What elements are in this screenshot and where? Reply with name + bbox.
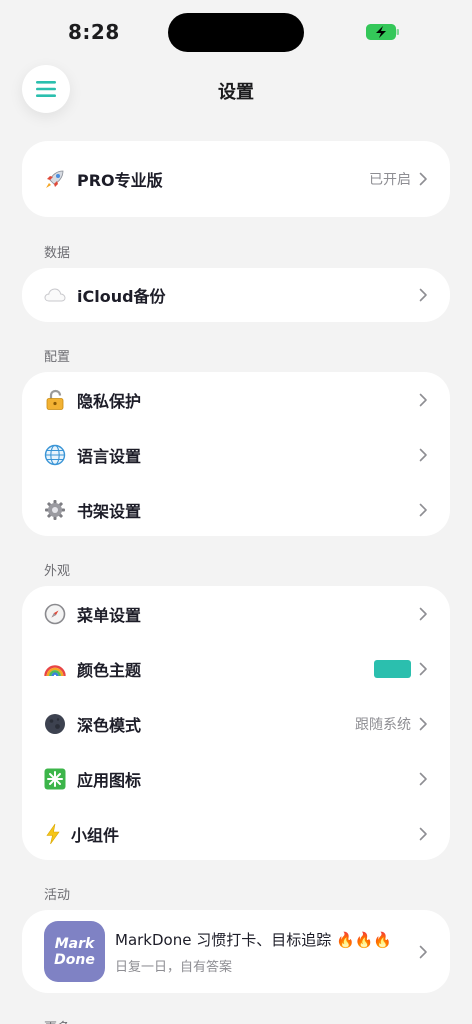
rainbow-icon xyxy=(44,658,66,680)
icloud-backup-row[interactable]: iCloud备份 xyxy=(22,268,450,322)
dark-mode-row[interactable]: 深色模式 跟随系统 xyxy=(22,696,450,751)
widget-label: 小组件 xyxy=(71,825,120,845)
icloud-backup-label: iCloud备份 xyxy=(77,287,166,306)
markdone-promo-row[interactable]: Mark Done MarkDone 习惯打卡、目标追踪 🔥🔥🔥 日复一日，自有… xyxy=(22,910,450,993)
chevron-right-icon xyxy=(419,288,427,302)
pro-status: 已开启 xyxy=(369,172,411,188)
dynamic-island xyxy=(168,13,304,52)
chevron-right-icon xyxy=(419,662,427,675)
chevron-right-icon xyxy=(419,503,427,516)
widget-row[interactable]: 小组件 xyxy=(22,806,450,861)
pro-row[interactable]: PRO专业版 已开启 xyxy=(22,141,450,217)
theme-color-swatch xyxy=(374,659,411,678)
color-theme-row[interactable]: 颜色主题 xyxy=(22,641,450,696)
color-theme-label: 颜色主题 xyxy=(77,660,142,680)
moon-icon xyxy=(44,713,66,735)
chevron-right-icon xyxy=(419,827,427,840)
chevron-right-icon xyxy=(419,448,427,461)
section-label-activity: 活动 xyxy=(44,888,71,903)
logo-line-1: Mark xyxy=(54,935,95,952)
page-title: 设置 xyxy=(218,82,254,103)
chevron-right-icon xyxy=(419,945,427,958)
section-label-config: 配置 xyxy=(44,350,71,365)
app-icon-label: 应用图标 xyxy=(77,770,142,790)
cloud-icon xyxy=(44,284,66,306)
chevron-right-icon xyxy=(419,772,427,785)
privacy-row[interactable]: 隐私保护 xyxy=(22,372,450,427)
activity-card: Mark Done MarkDone 习惯打卡、目标追踪 🔥🔥🔥 日复一日，自有… xyxy=(22,910,450,993)
sparkle-icon xyxy=(44,768,66,790)
lock-icon xyxy=(44,389,66,411)
menu-settings-row[interactable]: 菜单设置 xyxy=(22,586,450,641)
pro-label: PRO专业版 xyxy=(77,171,163,190)
section-label-appearance: 外观 xyxy=(44,564,71,579)
bookshelf-row[interactable]: 书架设置 xyxy=(22,482,450,537)
rocket-icon xyxy=(44,168,66,190)
language-label: 语言设置 xyxy=(77,446,142,466)
app-icon-row[interactable]: 应用图标 xyxy=(22,751,450,806)
chevron-right-icon xyxy=(419,172,427,186)
promo-title: MarkDone 习惯打卡、目标追踪 🔥🔥🔥 xyxy=(115,930,393,949)
chevron-right-icon xyxy=(419,717,427,730)
status-bar: 8:28 xyxy=(0,0,472,60)
config-card: 隐私保护 语言设置 书架设置 xyxy=(22,372,450,536)
language-row[interactable]: 语言设置 xyxy=(22,427,450,482)
section-label-more: 更多 xyxy=(44,1017,70,1024)
promo-subtitle: 日复一日，自有答案 xyxy=(115,959,233,975)
lightning-icon xyxy=(44,823,62,845)
section-label-data: 数据 xyxy=(44,246,71,261)
dark-mode-label: 深色模式 xyxy=(77,715,142,735)
battery-icon xyxy=(366,24,399,40)
dark-mode-value: 跟随系统 xyxy=(355,716,411,733)
data-card: iCloud备份 xyxy=(22,268,450,322)
logo-line-2: Done xyxy=(54,951,95,968)
pro-card: PRO专业版 已开启 xyxy=(22,141,450,217)
appearance-card: 菜单设置 颜色主题 深色模式 跟随系统 应用图标 小组件 xyxy=(22,586,450,860)
chevron-right-icon xyxy=(419,607,427,620)
globe-icon xyxy=(44,444,66,466)
chevron-right-icon xyxy=(419,393,427,406)
status-time: 8:28 xyxy=(68,20,120,44)
privacy-label: 隐私保护 xyxy=(77,391,142,411)
menu-settings-label: 菜单设置 xyxy=(77,605,142,625)
markdone-logo: Mark Done xyxy=(44,921,105,982)
compass-icon xyxy=(44,603,66,625)
gear-icon xyxy=(44,499,66,521)
bookshelf-label: 书架设置 xyxy=(77,501,142,521)
